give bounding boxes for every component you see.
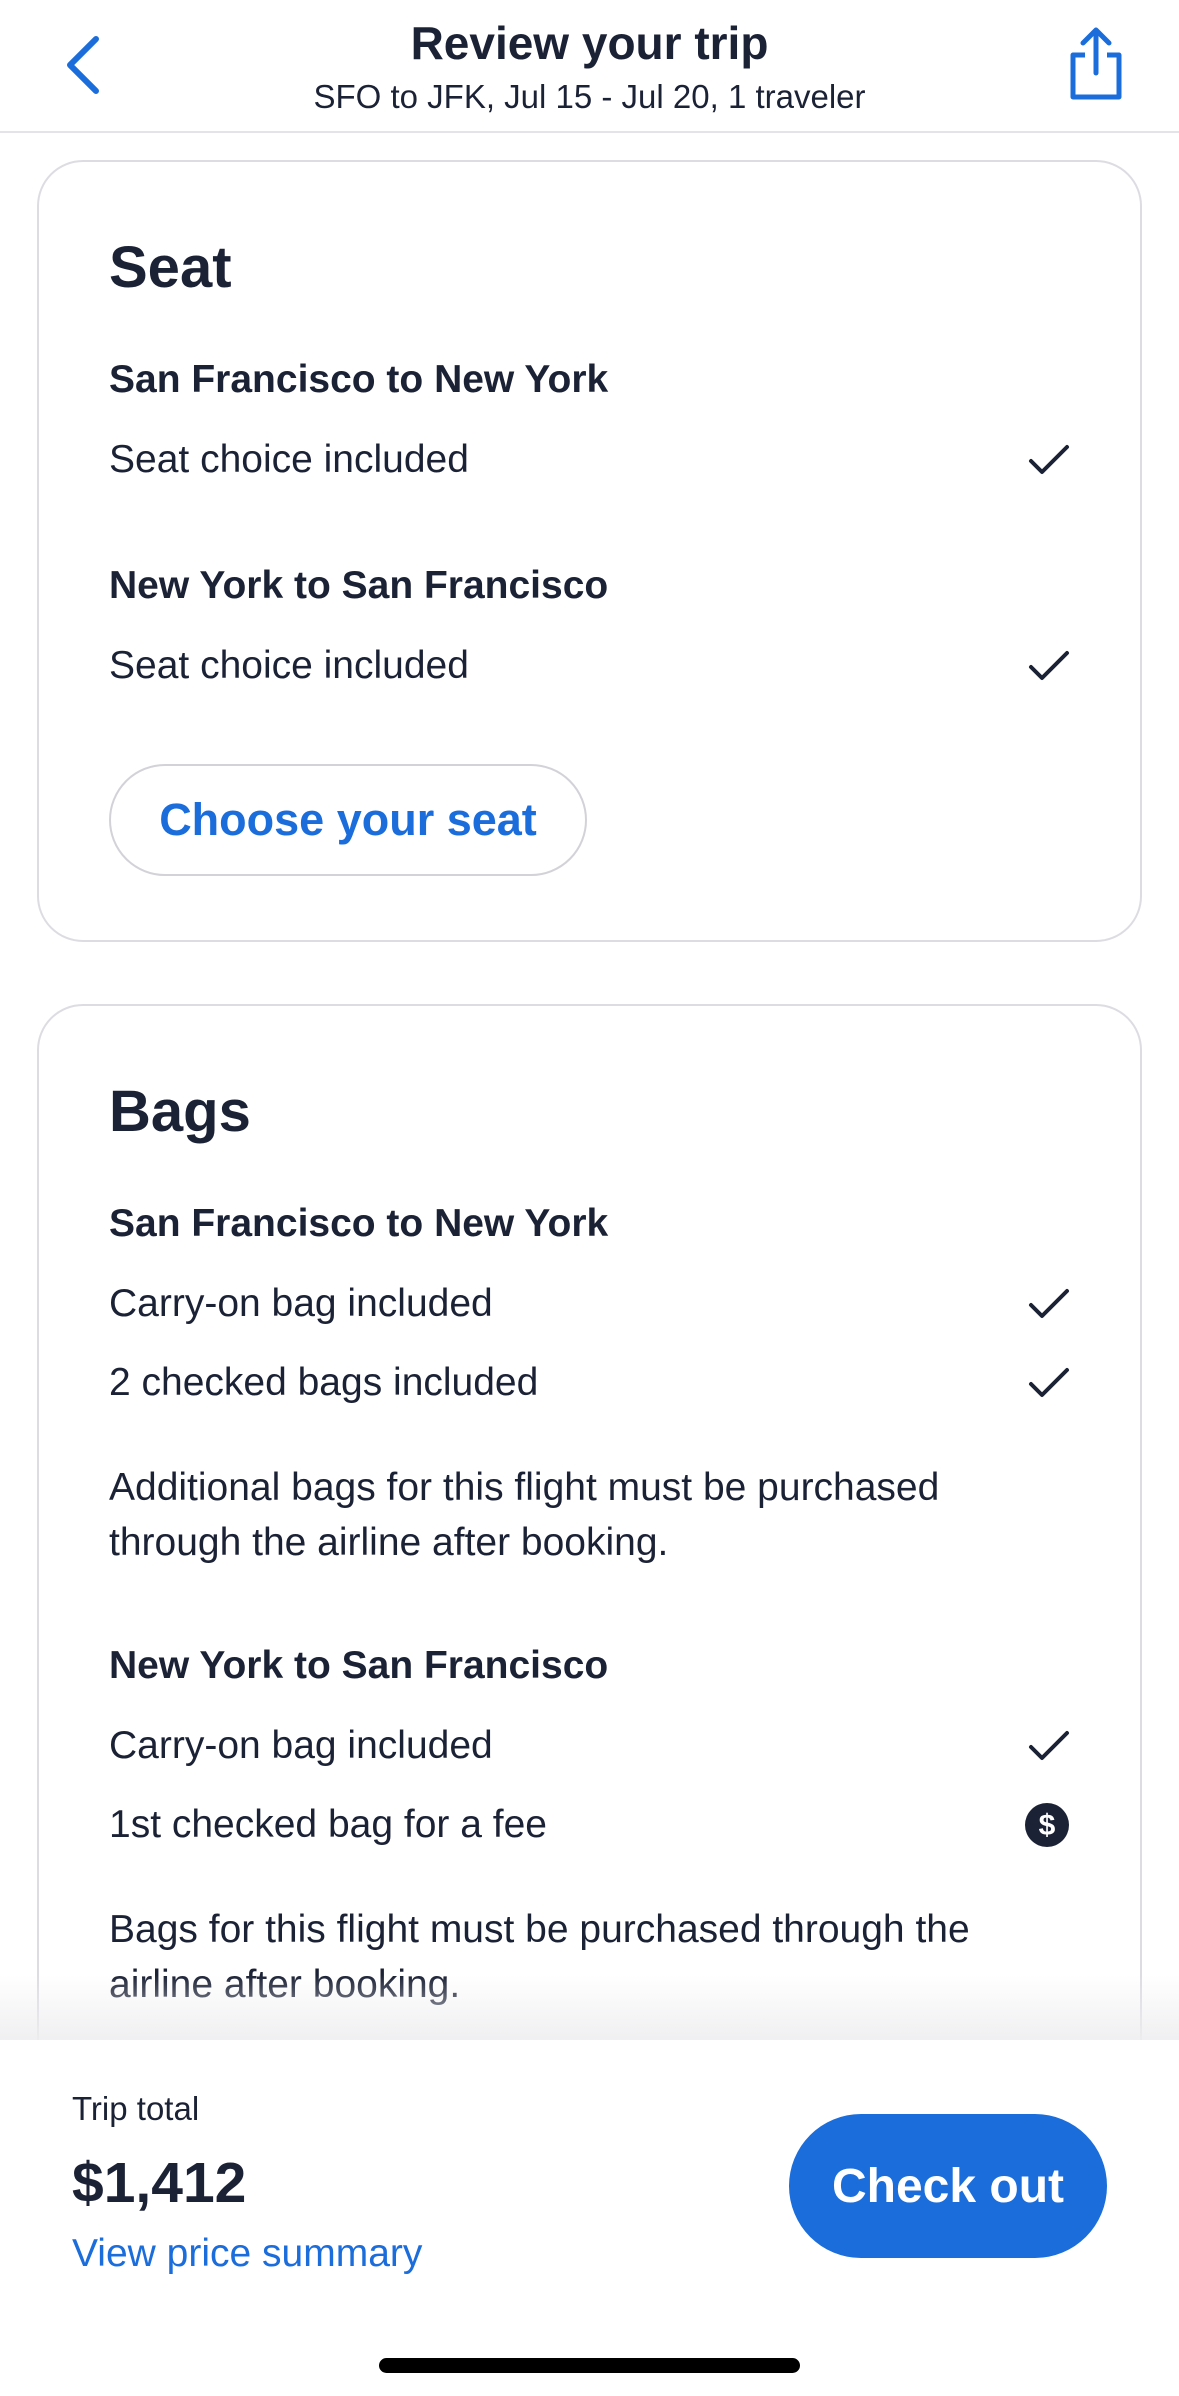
checkmark-icon [1029,1368,1069,1397]
bags-return-item-label: 1st checked bag for a fee [109,1803,547,1846]
choose-seat-button[interactable]: Choose your seat [109,764,587,876]
top-navigation-bar: Review your trip SFO to JFK, Jul 15 - Ju… [0,0,1179,133]
bags-outbound-item-label: 2 checked bags included [109,1361,539,1404]
bags-return-item-fee: 1st checked bag for a fee $ [109,1797,1070,1853]
bags-outbound-item-carryon: Carry-on bag included [109,1276,1070,1332]
dollar-fee-icon: $ [1025,1803,1069,1847]
seat-outbound-item: Seat choice included [109,432,1070,488]
view-price-summary-link[interactable]: View price summary [72,2232,422,2276]
seat-section-title: Seat [109,235,232,300]
checkmark-icon [1029,1731,1069,1760]
trip-total-label: Trip total [72,2090,200,2127]
bags-return-item-carryon: Carry-on bag included [109,1718,1070,1774]
scroll-fade [0,1975,1179,2040]
bags-outbound-route: San Francisco to New York [109,1202,609,1245]
checkout-footer: Trip total $1,412 View price summary Che… [0,2040,1179,2396]
check-out-button[interactable]: Check out [789,2114,1107,2258]
bags-outbound-note: Additional bags for this flight must be … [109,1466,940,1564]
bags-outbound-item-checked: 2 checked bags included [109,1355,1070,1411]
share-button[interactable] [1061,24,1131,104]
share-icon [1070,27,1122,100]
trip-total-value: $1,412 [72,2151,247,2215]
bags-card: Bags San Francisco to New York Carry-on … [37,1004,1142,2104]
home-indicator [379,2358,800,2373]
checkmark-icon [1029,651,1069,680]
bags-return-item-label: Carry-on bag included [109,1724,493,1767]
seat-return-route: New York to San Francisco [109,564,609,607]
page-title: Review your trip [410,17,769,69]
seat-return-item: Seat choice included [109,638,1070,694]
seat-card: Seat San Francisco to New York Seat choi… [37,160,1142,942]
checkmark-icon [1029,445,1069,474]
checkmark-icon [1029,1289,1069,1318]
seat-return-item-label: Seat choice included [109,644,469,687]
seat-outbound-item-label: Seat choice included [109,438,469,481]
seat-outbound-route: San Francisco to New York [109,358,609,401]
bags-outbound-item-label: Carry-on bag included [109,1282,493,1325]
bags-section-title: Bags [109,1079,251,1144]
bags-return-route: New York to San Francisco [109,1644,609,1687]
trip-summary-subtitle: SFO to JFK, Jul 15 - Jul 20, 1 traveler [313,78,866,115]
svg-text:$: $ [1039,1809,1056,1842]
